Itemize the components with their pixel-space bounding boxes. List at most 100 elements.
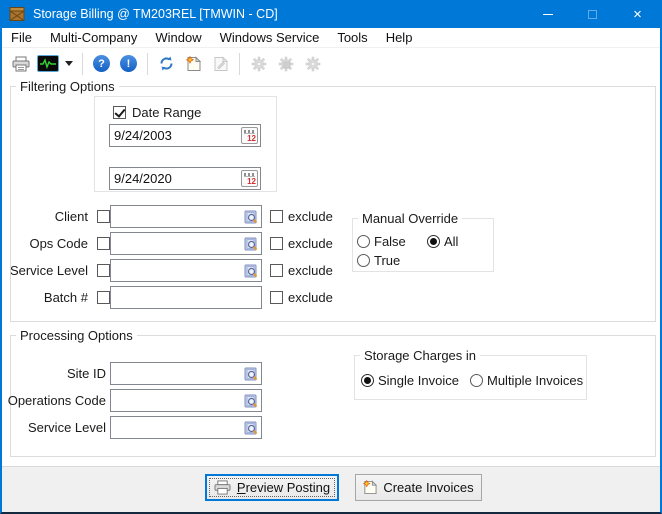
lookup-icon — [244, 264, 258, 278]
date-from-input[interactable] — [110, 126, 240, 145]
new-document-icon — [363, 480, 377, 495]
operations-code-row: Operations Code — [2, 389, 352, 412]
site-id-field-wrap — [110, 362, 262, 385]
site-id-input[interactable] — [111, 364, 241, 383]
manual-override-true-radio[interactable] — [357, 254, 370, 267]
service-level-exclude-label: exclude — [288, 259, 333, 282]
close-icon: × — [633, 6, 642, 23]
lookup-icon — [244, 394, 258, 408]
date-from-calendar-button[interactable]: 12 — [240, 126, 259, 145]
site-id-row: Site ID — [2, 362, 352, 385]
gear-icon — [251, 56, 267, 72]
date-range-label: Date Range — [132, 105, 201, 120]
service-level-exclude-checkbox[interactable] — [270, 264, 283, 277]
service-gear-button-1[interactable] — [246, 51, 271, 76]
client-input[interactable] — [111, 207, 241, 226]
lookup-icon — [244, 210, 258, 224]
storage-charges-group: Storage Charges in Single Invoice Multip… — [354, 355, 587, 400]
menu-bar: File Multi-Company Window Windows Servic… — [2, 28, 660, 47]
service-gear-button-3[interactable] — [300, 51, 325, 76]
lookup-icon — [244, 421, 258, 435]
app-window: Storage Billing @ TM203REL [TMWIN - CD] … — [0, 0, 662, 514]
maximize-icon — [588, 10, 597, 19]
new-document-icon — [186, 56, 201, 72]
ops-code-exclude-checkbox[interactable] — [270, 237, 283, 250]
batch-enable-checkbox[interactable] — [97, 291, 110, 304]
help-button[interactable]: ? — [89, 51, 114, 76]
about-icon: ! — [120, 55, 137, 72]
processing-service-level-lookup-button[interactable] — [241, 418, 260, 437]
manual-override-all-radio[interactable] — [427, 235, 440, 248]
preview-posting-button[interactable]: Preview Posting — [205, 474, 339, 501]
processing-service-level-input[interactable] — [111, 418, 241, 437]
minimize-button[interactable] — [525, 0, 570, 28]
maximize-button[interactable] — [570, 0, 615, 28]
operations-code-lookup-button[interactable] — [241, 391, 260, 410]
single-invoice-radio[interactable] — [361, 374, 374, 387]
client-enable-checkbox[interactable] — [97, 210, 110, 223]
manual-override-true-label: True — [374, 253, 400, 268]
client-field-wrap — [110, 205, 262, 228]
processing-service-level-label: Service Level — [2, 416, 106, 439]
menu-file[interactable]: File — [2, 28, 41, 47]
menu-tools[interactable]: Tools — [328, 28, 376, 47]
service-gear-button-2[interactable] — [273, 51, 298, 76]
about-button[interactable]: ! — [116, 51, 141, 76]
menu-windows-service[interactable]: Windows Service — [211, 28, 329, 47]
date-range-checkbox[interactable] — [113, 106, 126, 119]
edit-document-button[interactable] — [208, 51, 233, 76]
date-to-input[interactable] — [110, 169, 240, 188]
batch-exclude-checkbox[interactable] — [270, 291, 283, 304]
manual-override-false-label: False — [374, 234, 406, 249]
close-button[interactable]: × — [615, 0, 660, 28]
gear-icon — [305, 56, 321, 72]
lookup-icon — [244, 237, 258, 251]
menu-help[interactable]: Help — [377, 28, 422, 47]
manual-override-false-radio[interactable] — [357, 235, 370, 248]
ops-code-enable-checkbox[interactable] — [97, 237, 110, 250]
manual-override-label: Manual Override — [358, 211, 462, 226]
print-button[interactable] — [8, 51, 33, 76]
create-invoices-toolbar-button[interactable] — [181, 51, 206, 76]
dropdown-arrow-icon — [65, 61, 73, 66]
multiple-invoices-radio[interactable] — [470, 374, 483, 387]
client-exclude-checkbox[interactable] — [270, 210, 283, 223]
ops-code-lookup-button[interactable] — [241, 234, 260, 253]
service-level-lookup-button[interactable] — [241, 261, 260, 280]
batch-label: Batch # — [2, 286, 88, 309]
footer-bar: Preview Posting Create Invoices — [2, 466, 660, 512]
client-filter-row: Client exclude — [2, 205, 352, 228]
manual-override-group: Manual Override False All True — [352, 218, 494, 272]
menu-window[interactable]: Window — [146, 28, 210, 47]
batch-input[interactable] — [111, 288, 261, 307]
operations-code-field-wrap — [110, 389, 262, 412]
date-to-calendar-button[interactable]: 12 — [240, 169, 259, 188]
single-invoice-label: Single Invoice — [378, 373, 459, 388]
operations-code-input[interactable] — [111, 391, 241, 410]
monitor-dropdown-button[interactable] — [62, 51, 76, 76]
multiple-invoices-label: Multiple Invoices — [487, 373, 583, 388]
print-icon — [214, 480, 231, 495]
preview-posting-button-label: Preview Posting — [237, 480, 330, 495]
date-from-field-wrap: 12 — [109, 124, 261, 147]
manual-override-all-label: All — [444, 234, 458, 249]
processing-options-label: Processing Options — [16, 328, 137, 343]
toolbar-separator — [82, 53, 83, 75]
toolbar-separator — [147, 53, 148, 75]
storage-charges-label: Storage Charges in — [360, 348, 480, 363]
create-invoices-button[interactable]: Create Invoices — [355, 474, 482, 501]
client-lookup-button[interactable] — [241, 207, 260, 226]
service-level-enable-checkbox[interactable] — [97, 264, 110, 277]
service-level-filter-row: Service Level exclude — [2, 259, 352, 282]
menu-multi-company[interactable]: Multi-Company — [41, 28, 146, 47]
batch-exclude-label: exclude — [288, 286, 333, 309]
date-to-field-wrap: 12 — [109, 167, 261, 190]
site-id-lookup-button[interactable] — [241, 364, 260, 383]
ops-code-field-wrap — [110, 232, 262, 255]
service-level-input[interactable] — [111, 261, 241, 280]
monitor-button[interactable] — [35, 51, 60, 76]
refresh-button[interactable] — [154, 51, 179, 76]
lookup-icon — [244, 367, 258, 381]
batch-filter-row: Batch # exclude — [2, 286, 352, 309]
ops-code-input[interactable] — [111, 234, 241, 253]
